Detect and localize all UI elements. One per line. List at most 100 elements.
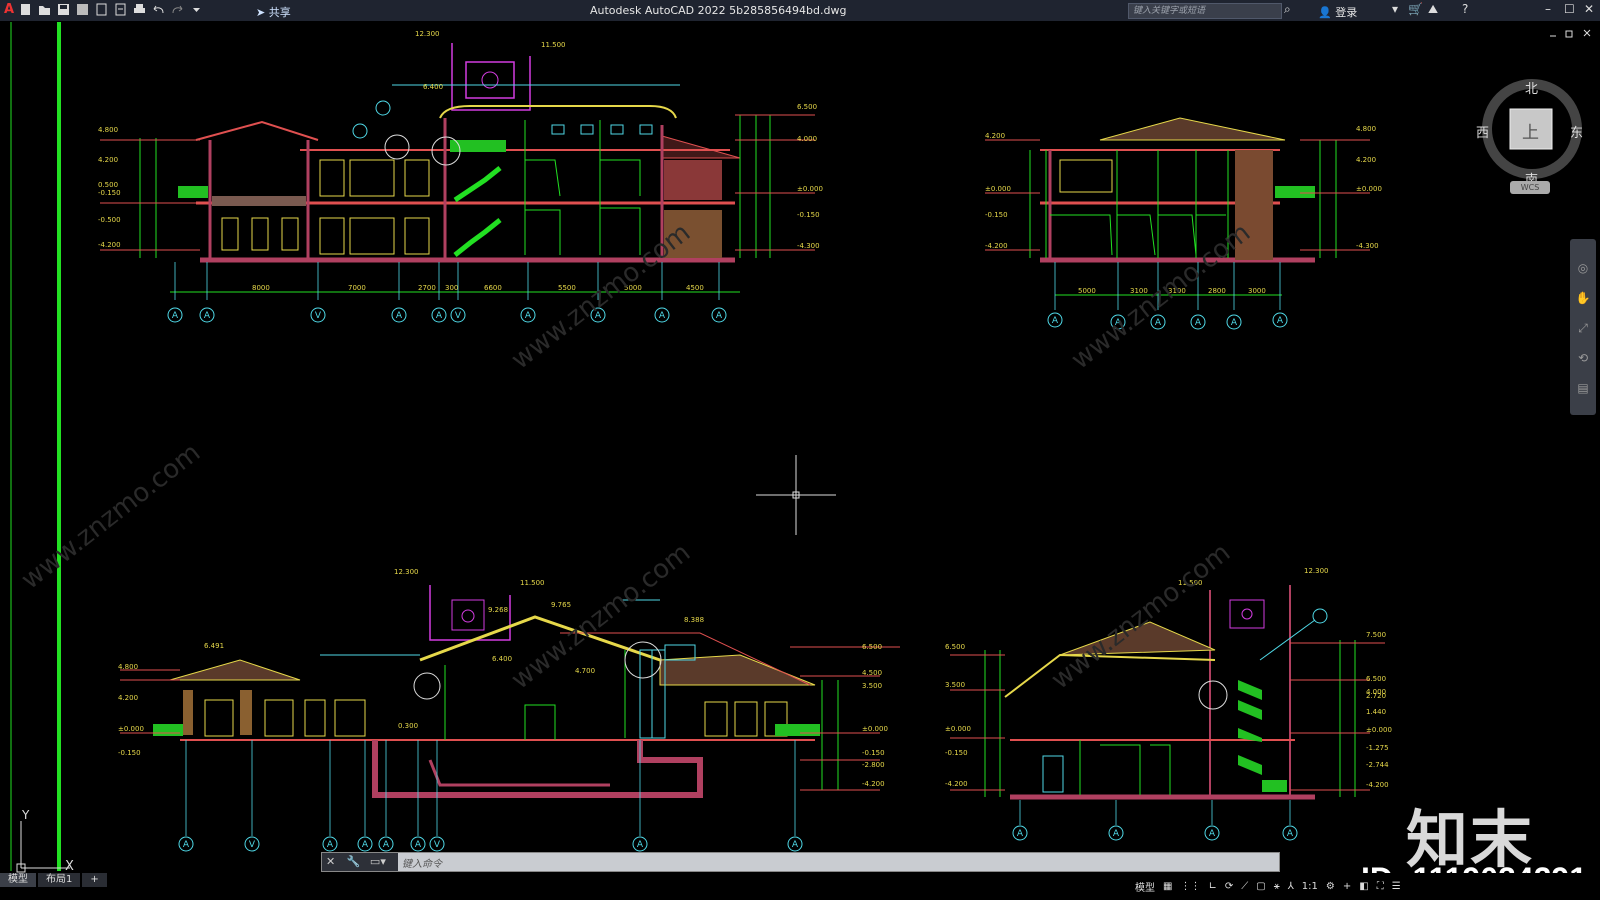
level-label: -4.200 [945, 780, 968, 788]
orbit-icon[interactable]: ⟲ [1570, 343, 1596, 373]
command-line[interactable]: ✕ 🔧 ▭▾ 键入命令 [321, 852, 1280, 872]
dimension-label: 2700 [418, 284, 436, 292]
level-label: 6.500 [862, 643, 882, 651]
level-label: 0.500 [98, 181, 118, 189]
axis-label: A [396, 311, 403, 321]
autodesk-app-icon[interactable]: ⛰ [1428, 2, 1438, 17]
undo-icon[interactable] [151, 2, 166, 17]
save-web-icon[interactable] [113, 2, 128, 17]
open-icon[interactable] [37, 2, 52, 17]
ortho-icon[interactable]: ∟ [1208, 881, 1216, 892]
axis-label: A [1195, 318, 1202, 328]
status-bar: 模型 ▦ ⋮⋮ ∟ ⟳ ⟋ ▢ ⚹ ⅄ 1:1 ⚙ + ◧ ⛶ ☰ [1135, 873, 1600, 900]
level-label: -4.200 [1366, 781, 1389, 789]
add-layout-button[interactable]: + [82, 873, 107, 887]
zoom-icon[interactable]: ⤢ [1570, 313, 1596, 343]
command-input[interactable]: 键入命令 [402, 855, 442, 870]
axis-label: A [183, 840, 190, 850]
showmotion-icon[interactable]: ▤ [1570, 373, 1596, 403]
open-web-icon[interactable] [94, 2, 109, 17]
svg-text:www.znzmo.com: www.znzmo.com [16, 438, 206, 596]
search-icon[interactable]: ⌕ [1284, 2, 1291, 17]
dimension-label: 7000 [348, 284, 366, 292]
section-bottom-left [120, 585, 900, 836]
new-icon[interactable] [18, 2, 33, 17]
axis-label: A [172, 311, 179, 321]
annotation-scale-icon[interactable]: ⅄ [1288, 881, 1294, 892]
dimension-label: 4500 [686, 284, 704, 292]
level-label: -0.150 [862, 749, 885, 757]
share-button[interactable]: ➤ 共享 [256, 4, 291, 20]
compass-east-label[interactable]: 东 [1570, 122, 1583, 141]
save-icon[interactable] [56, 2, 71, 17]
annotation-visibility-icon[interactable]: ⚹ [1274, 881, 1280, 892]
tab-model[interactable]: 模型 [0, 873, 36, 887]
viewcube[interactable]: 北 南 东 西 上 [1476, 76, 1588, 188]
document-window-controls[interactable] [1550, 29, 1591, 38]
app-menu-button[interactable]: A [4, 2, 14, 17]
level-label: ±0.000 [1366, 726, 1392, 734]
level-label: 6.500 [945, 643, 965, 651]
close-icon[interactable]: ✕ [1584, 2, 1594, 16]
maximize-icon[interactable]: ☐ [1564, 2, 1575, 16]
section-bottom-right [950, 585, 1385, 825]
wrench-icon[interactable]: 🔧 [347, 855, 361, 868]
tab-layout1[interactable]: 布局1 [38, 873, 81, 887]
ucs-y-label: Y [22, 808, 30, 822]
print-icon[interactable] [132, 2, 147, 17]
isolate-objects-icon[interactable]: ◧ [1359, 881, 1368, 892]
level-label: 4.200 [98, 156, 118, 164]
model-space-toggle[interactable]: 模型 [1135, 879, 1155, 894]
gear-icon[interactable]: ⚙ [1326, 881, 1335, 892]
grid-icon[interactable]: ▦ [1163, 881, 1172, 892]
dimension-label: 2800 [1208, 287, 1226, 295]
steering-wheel-icon[interactable]: ◎ [1570, 253, 1596, 283]
isodraft-icon[interactable]: ⟋ [1241, 881, 1248, 892]
fullscreen-icon[interactable]: ⛶ [1377, 881, 1384, 892]
dimension-label: 3000 [1248, 287, 1266, 295]
level-label: ±0.000 [797, 185, 823, 193]
share-label: 共享 [268, 6, 291, 19]
axis-label: A [383, 840, 390, 850]
compass-west-label[interactable]: 西 [1476, 122, 1489, 141]
osnap-icon[interactable]: ▢ [1256, 881, 1265, 892]
polar-icon[interactable]: ⟳ [1225, 881, 1233, 892]
navigation-bar[interactable]: ◎ ✋ ⤢ ⟲ ▤ [1570, 239, 1596, 415]
cart-icon[interactable]: 🛒 [1408, 2, 1423, 16]
axis-label: A [327, 840, 334, 850]
drawing-canvas[interactable]: 12.300 11.500 6.400 6.500 4.000 4.800 4.… [0, 21, 1600, 897]
axis-label: A [1287, 829, 1294, 839]
axis-bubbles-top-left: A A V A A V A A A A [167, 307, 727, 323]
level-label: ±0.000 [1356, 185, 1382, 193]
dimension-label: 5500 [558, 284, 576, 292]
search-input[interactable]: 键入关键字或短语 [1128, 3, 1282, 19]
annotation-scale-value[interactable]: 1:1 [1302, 881, 1318, 892]
viewcube-face-label[interactable]: 上 [1522, 118, 1539, 143]
redo-icon[interactable] [170, 2, 185, 17]
axis-label: V [249, 840, 256, 850]
level-label: 0.300 [398, 722, 418, 730]
axis-label: A [637, 840, 644, 850]
compass-north-label[interactable]: 北 [1525, 78, 1538, 97]
level-label: -4.200 [862, 780, 885, 788]
pan-icon[interactable]: ✋ [1570, 283, 1596, 313]
level-label: 12.300 [394, 568, 419, 576]
login-button[interactable]: 👤 登录 [1318, 4, 1357, 20]
plus-icon[interactable]: + [1343, 881, 1351, 892]
command-history-icon[interactable]: ▭▾ [370, 855, 386, 868]
minimize-icon[interactable]: – [1545, 2, 1551, 16]
dropdown-icon[interactable]: ▾ [1392, 2, 1398, 16]
snap-icon[interactable]: ⋮⋮ [1180, 881, 1200, 892]
axis-label: A [1277, 316, 1284, 326]
svg-text:www.znzmo.com: www.znzmo.com [1046, 538, 1236, 696]
level-label: 8.388 [684, 616, 704, 624]
section-top-left [100, 43, 815, 300]
help-icon[interactable]: ? [1462, 2, 1468, 16]
customize-menu-icon[interactable]: ☰ [1392, 881, 1401, 892]
level-label: ±0.000 [945, 725, 971, 733]
close-icon[interactable]: ✕ [326, 855, 335, 868]
level-label: 12.300 [415, 30, 440, 38]
customize-dropdown-icon[interactable] [189, 2, 204, 17]
save-as-icon[interactable] [75, 2, 90, 17]
wcs-menu[interactable]: WCS [1510, 181, 1550, 194]
